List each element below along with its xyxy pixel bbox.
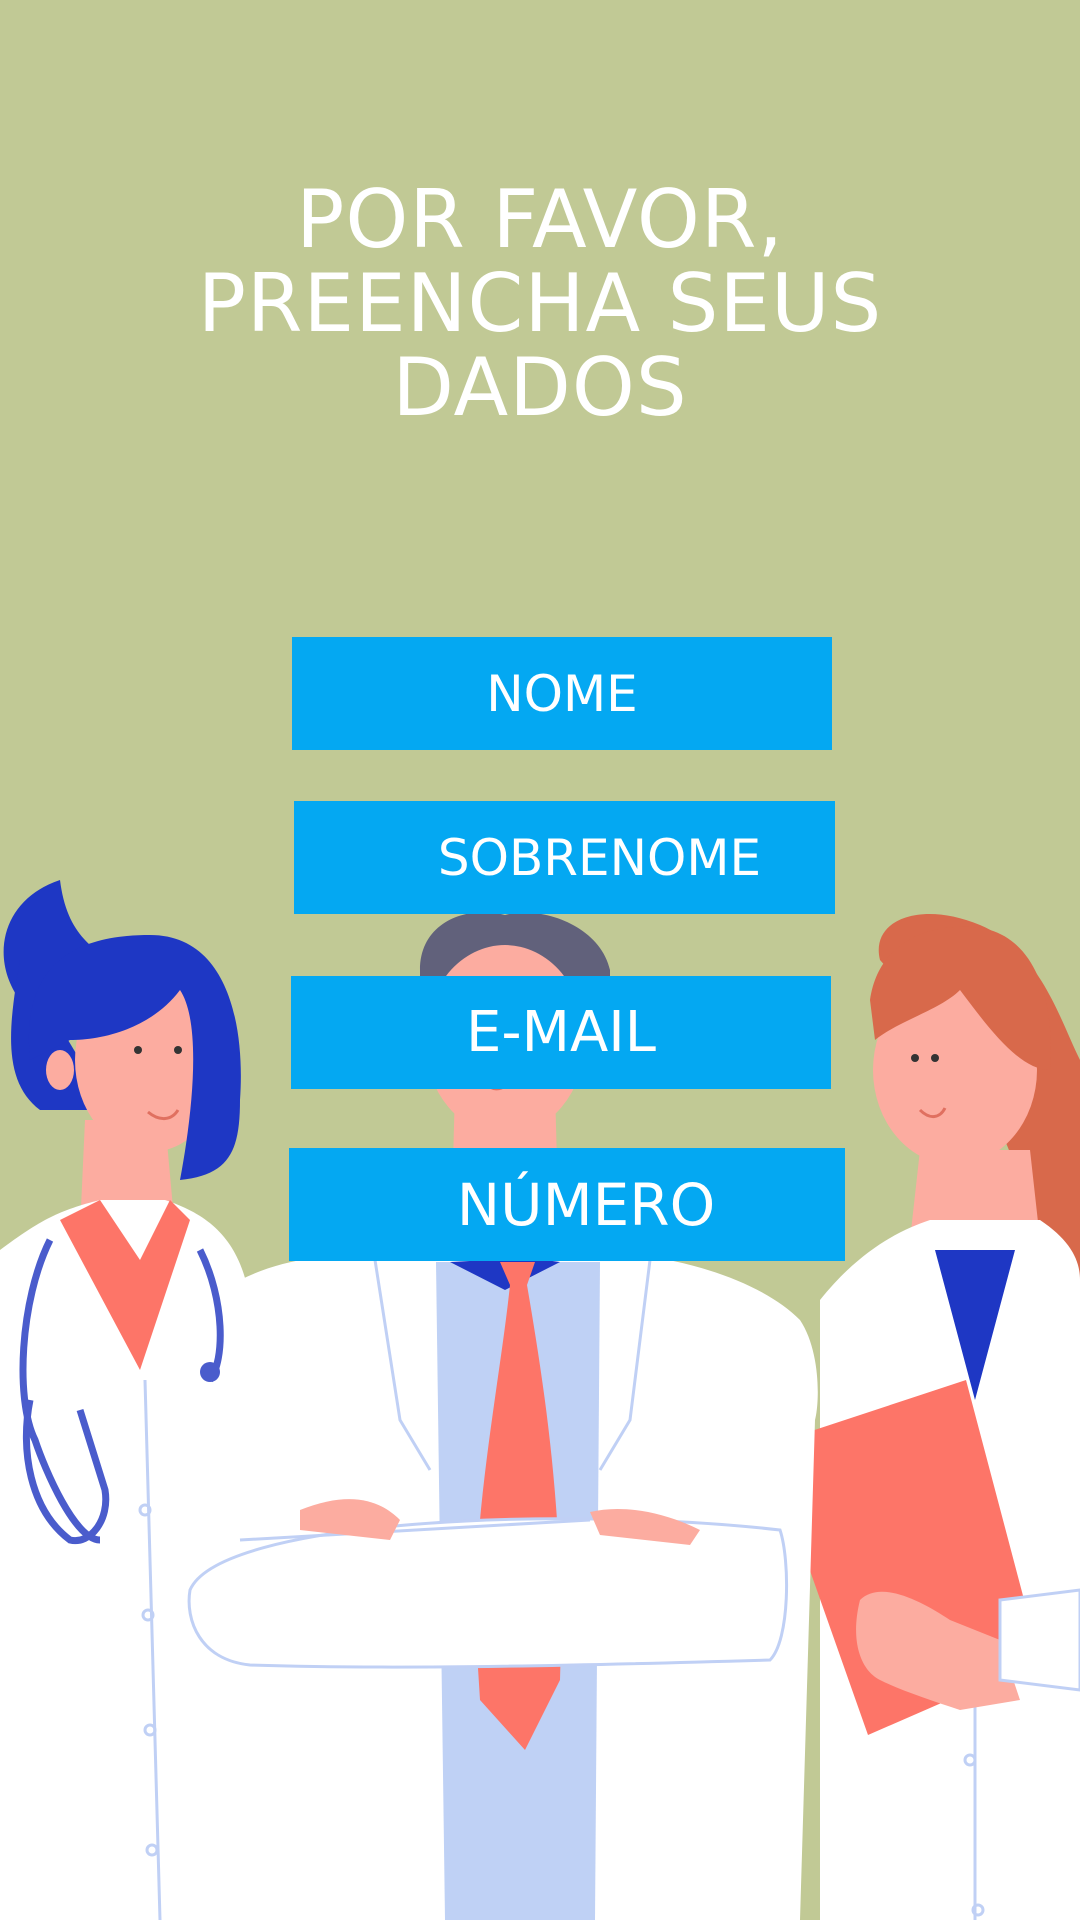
sobrenome-field-button[interactable]: SOBRENOME bbox=[294, 801, 835, 914]
sobrenome-field-label: SOBRENOME bbox=[437, 828, 762, 887]
nome-field-button[interactable]: NOME bbox=[292, 637, 832, 750]
email-field-label: E-MAIL bbox=[466, 1000, 656, 1065]
numero-field-button[interactable]: NÚMERO bbox=[289, 1148, 845, 1261]
title-line-1: POR FAVOR, bbox=[296, 173, 784, 266]
email-field-button[interactable]: E-MAIL bbox=[291, 976, 831, 1089]
title-line-2: PREENCHA SEUS bbox=[197, 257, 883, 350]
title-line-3: DADOS bbox=[392, 341, 688, 434]
page-title: POR FAVOR, PREENCHA SEUS DADOS bbox=[140, 178, 940, 430]
numero-field-label: NÚMERO bbox=[456, 1170, 716, 1239]
nome-field-label: NOME bbox=[486, 664, 638, 723]
